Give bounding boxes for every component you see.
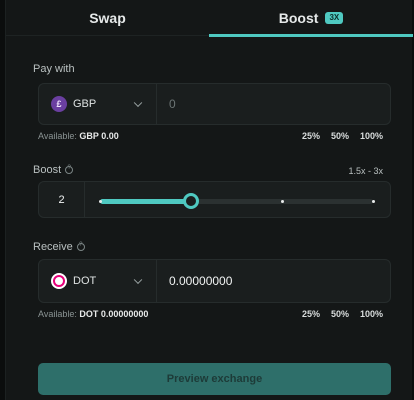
gbp-icon: £ [51, 96, 67, 112]
pay-amount-placeholder: 0 [169, 97, 176, 111]
chevron-down-icon [133, 275, 143, 285]
boost-slider-handle[interactable] [183, 193, 199, 209]
boost-range-hint: 1.5x - 3x [348, 166, 383, 176]
boost-input-box: 2 [38, 181, 391, 218]
receive-percent-25-button[interactable]: 25% [302, 309, 320, 319]
pay-available-value: GBP 0.00 [79, 131, 119, 141]
pay-currency-symbol: GBP [73, 98, 97, 110]
boost-label: Boost [33, 164, 74, 176]
receive-percent-100-button[interactable]: 100% [360, 309, 383, 319]
receive-available-balance: Available: DOT 0.00000000 [38, 309, 148, 319]
tab-boost[interactable]: Boost 3X [209, 0, 413, 37]
tab-swap[interactable]: Swap [6, 0, 209, 36]
pay-currency-select[interactable]: £ GBP [39, 84, 157, 124]
pay-percent-100-button[interactable]: 100% [360, 131, 383, 141]
polkadot-icon [51, 273, 67, 289]
pay-percent-25-button[interactable]: 25% [302, 131, 320, 141]
receive-currency-select[interactable]: DOT [39, 260, 157, 302]
info-icon[interactable] [76, 242, 85, 251]
pay-available-balance: Available: GBP 0.00 [38, 131, 119, 141]
pay-available-prefix: Available: [38, 131, 77, 141]
boost-slider-tick [280, 200, 284, 203]
receive-label-text: Receive [33, 241, 73, 253]
boost-label-text: Boost [33, 164, 62, 176]
tab-boost-label: Boost [278, 10, 319, 26]
pay-amount-input[interactable]: 0 [169, 84, 176, 124]
tab-bar: Swap Boost 3X [6, 0, 413, 37]
pay-with-label-text: Pay with [33, 63, 75, 75]
boost-slider-fill [100, 199, 191, 204]
boost-value-field[interactable]: 2 [39, 182, 85, 217]
receive-input-box: DOT 0.00000000 [38, 259, 391, 303]
boost-slider-track[interactable] [98, 193, 375, 209]
receive-percent-50-button[interactable]: 50% [331, 309, 349, 319]
receive-currency-symbol: DOT [73, 275, 97, 287]
boost-slider-tick [98, 200, 102, 203]
receive-percent-options: 25% 50% 100% [302, 309, 383, 319]
pay-percent-options: 25% 50% 100% [302, 131, 383, 141]
boost-slider-tick [371, 200, 375, 203]
pay-with-label: Pay with [33, 63, 75, 75]
pay-percent-50-button[interactable]: 50% [331, 131, 349, 141]
receive-available-value: DOT 0.00000000 [79, 309, 149, 319]
receive-amount-value: 0.00000000 [169, 274, 233, 288]
receive-available-prefix: Available: [38, 309, 77, 319]
pay-input-box: £ GBP 0 [38, 83, 391, 125]
chevron-down-icon [133, 98, 143, 108]
active-tab-indicator [209, 34, 413, 37]
preview-exchange-button[interactable]: Preview exchange [38, 363, 391, 395]
receive-label: Receive [33, 241, 85, 253]
receive-amount-field: 0.00000000 [169, 260, 232, 302]
info-icon[interactable] [65, 165, 74, 174]
tab-swap-label: Swap [89, 10, 126, 26]
boost-panel: Swap Boost 3X Pay with £ GBP 0 Available… [5, 0, 413, 400]
boost-multiplier-badge: 3X [325, 12, 344, 24]
